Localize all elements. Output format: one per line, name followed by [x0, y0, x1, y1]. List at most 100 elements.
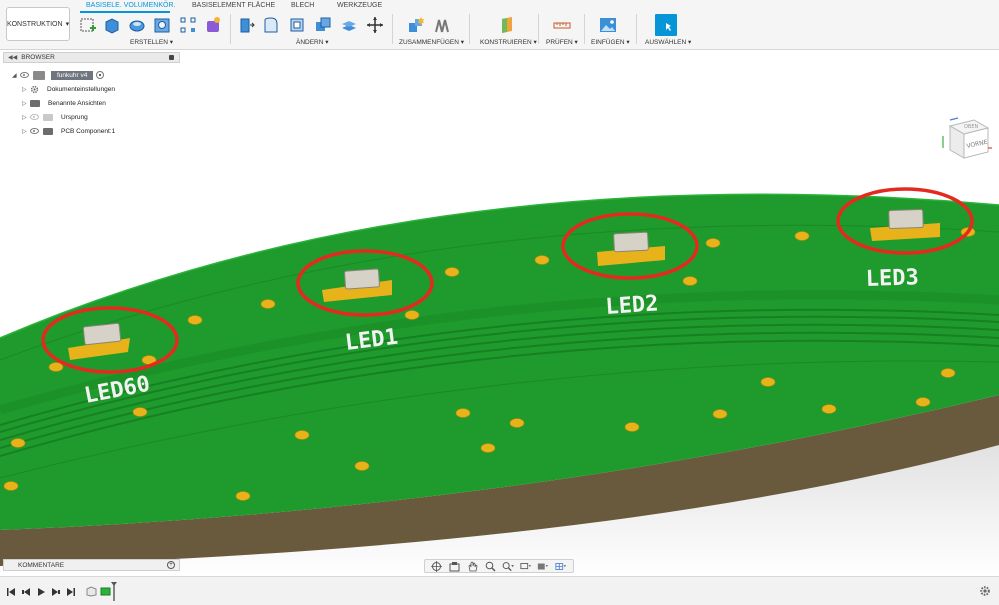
document-icon [33, 70, 45, 80]
viewcube[interactable]: OBEN VORNE [936, 114, 994, 162]
go-to-end-icon[interactable] [65, 586, 76, 597]
grid-icon[interactable] [555, 561, 567, 571]
display-settings-icon[interactable] [520, 561, 532, 571]
look-at-icon[interactable] [449, 561, 461, 571]
timeline-settings-gear-icon[interactable] [979, 585, 991, 597]
tree-root[interactable]: ◢ funkuhr v4 [12, 69, 105, 81]
form-button[interactable] [203, 15, 223, 35]
combine-icon [316, 17, 331, 31]
pan-hand-icon[interactable] [466, 560, 478, 571]
tree-item-origin[interactable]: ▷ Ursprung [22, 111, 90, 123]
select-button[interactable] [655, 14, 677, 36]
hole-icon [154, 18, 170, 33]
press-pull-button[interactable] [236, 15, 256, 35]
divider [584, 14, 585, 44]
tab-solid[interactable]: BASISELE. VOLUMENKÖR. [86, 2, 175, 9]
construct-plane-button[interactable] [497, 15, 517, 35]
timeline [0, 576, 999, 605]
visibility-eye-icon[interactable] [20, 72, 29, 78]
form-icon [207, 17, 220, 32]
align-button[interactable] [339, 15, 359, 35]
play-icon[interactable] [35, 586, 46, 597]
revolve-button[interactable] [127, 15, 147, 35]
zoom-window-icon[interactable] [502, 561, 514, 571]
stack-icon [342, 21, 356, 31]
visibility-eye-icon[interactable] [30, 128, 39, 134]
tab-sheet-metal[interactable]: BLECH [291, 2, 314, 9]
sketch-icon [80, 18, 96, 32]
expand-right-icon[interactable]: ▷ [22, 114, 30, 121]
label-led2: LED2 [605, 291, 660, 320]
hole-button[interactable] [152, 15, 172, 35]
fillet-button[interactable] [261, 15, 281, 35]
press-pull-icon [240, 18, 255, 33]
expand-right-icon[interactable]: ▷ [22, 86, 30, 93]
revolve-icon [129, 20, 145, 32]
insert-image-button[interactable] [598, 15, 618, 35]
plane-icon [502, 17, 512, 33]
new-component-icon [409, 17, 424, 32]
viewport[interactable]: LED60 LED1 LED2 LED3 OBEN VORNE [0, 50, 999, 576]
expand-down-icon[interactable]: ◢ [12, 72, 20, 79]
tree-item-document-settings[interactable]: ▷ Dokumenteinstellungen [22, 83, 117, 95]
pattern-button[interactable] [178, 15, 198, 35]
group-erstellen[interactable]: ERSTELLEN ▾ [130, 38, 173, 46]
folder-icon [43, 113, 53, 121]
timeline-marker[interactable] [111, 582, 117, 601]
shell-button[interactable] [287, 15, 307, 35]
root-document-label[interactable]: funkuhr v4 [51, 70, 94, 80]
divider [230, 14, 231, 44]
move-button[interactable] [365, 15, 385, 35]
move-icon [367, 17, 383, 33]
label-led3: LED3 [865, 265, 919, 292]
new-component-button[interactable] [406, 15, 426, 35]
joint-button[interactable] [432, 15, 452, 35]
comments-panel-header[interactable]: KOMMENTARE + [3, 559, 180, 571]
group-pruefen[interactable]: PRÜFEN ▾ [546, 38, 578, 46]
activate-radio[interactable] [96, 71, 105, 79]
visual-style-icon[interactable] [537, 561, 549, 571]
pin-icon[interactable] [169, 55, 174, 60]
extrude-button[interactable] [102, 15, 122, 35]
step-back-icon[interactable] [20, 586, 31, 597]
divider [538, 14, 539, 44]
tree-item-label: PCB Component:1 [61, 127, 116, 135]
tab-surface[interactable]: BASISELEMENT FLÄCHE [192, 2, 275, 9]
orbit-icon[interactable] [431, 560, 443, 572]
workspace-switcher[interactable]: KONSTRUKTION ▾ [6, 7, 70, 41]
measure-button[interactable] [552, 15, 572, 35]
collapse-icon[interactable]: ◀◀ [8, 54, 17, 61]
combine-button[interactable] [313, 15, 333, 35]
divider [469, 14, 470, 44]
browser-title: BROWSER [21, 54, 55, 61]
visibility-eye-icon[interactable] [30, 114, 39, 120]
fillet-icon [264, 17, 278, 33]
tree-item-pcb-component[interactable]: ▷ PCB Component:1 [22, 125, 117, 137]
cursor-icon [666, 23, 671, 31]
expand-right-icon[interactable]: ▷ [22, 128, 30, 135]
active-tab-indicator [80, 11, 170, 13]
go-to-start-icon[interactable] [5, 586, 16, 597]
tree-item-named-views[interactable]: ▷ Benannte Ansichten [22, 97, 108, 109]
zoom-icon[interactable] [484, 561, 496, 571]
step-forward-icon[interactable] [50, 586, 61, 597]
timeline-feature-pcb-icon[interactable] [100, 586, 111, 597]
image-icon [600, 18, 616, 32]
folder-icon [43, 127, 53, 135]
timeline-feature-component-icon[interactable] [86, 586, 97, 597]
pcb-render: LED60 LED1 LED2 LED3 [0, 187, 999, 576]
joint-icon [435, 19, 449, 33]
extrude-icon [105, 18, 119, 34]
browser-header[interactable]: ◀◀ BROWSER [3, 52, 180, 63]
tree-item-label: Benannte Ansichten [48, 99, 106, 107]
create-sketch-button[interactable] [78, 15, 98, 35]
group-aendern[interactable]: ÄNDERN ▾ [296, 38, 329, 46]
expand-right-icon[interactable]: ▷ [22, 100, 30, 107]
tab-tools[interactable]: WERKZEUGE [337, 2, 382, 9]
add-comment-icon[interactable]: + [167, 561, 175, 569]
pattern-icon [180, 17, 196, 33]
group-zusammenfuegen[interactable]: ZUSAMMENFÜGEN ▾ [399, 38, 464, 46]
group-konstruieren[interactable]: KONSTRUIEREN ▾ [480, 38, 537, 46]
group-auswaehlen[interactable]: AUSWÄHLEN ▾ [645, 38, 691, 46]
group-einfuegen[interactable]: EINFÜGEN ▾ [591, 38, 630, 46]
